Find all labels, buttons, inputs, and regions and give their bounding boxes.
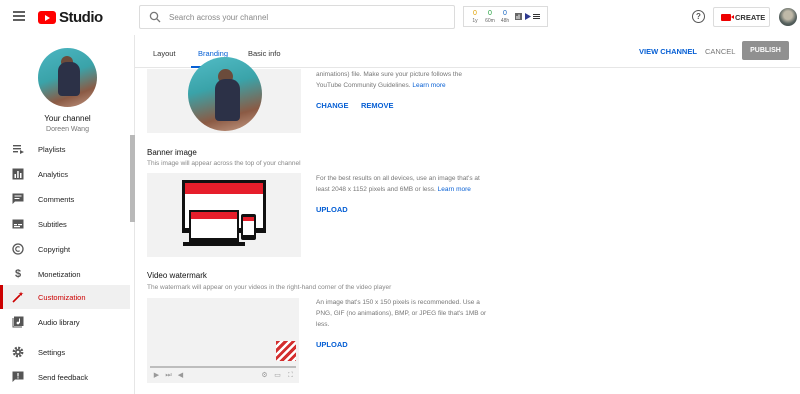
feedback-icon <box>12 371 24 382</box>
analytics-icon <box>12 168 24 180</box>
banner-upload-button[interactable]: UPLOAD <box>316 205 348 214</box>
copyright-icon <box>12 243 24 255</box>
settings-icon <box>12 346 24 358</box>
tab-layout[interactable]: Layout <box>153 49 176 58</box>
player-progress-bar <box>150 366 296 368</box>
video-camera-icon <box>721 13 734 21</box>
sidebar: Your channel Doreen Wang Playlists Analy… <box>0 35 135 394</box>
sidebar-item-subtitles[interactable]: Subtitles <box>0 212 130 236</box>
change-picture-button[interactable]: CHANGE <box>316 101 349 110</box>
watermark-description: An image that's 150 x 150 pixels is reco… <box>316 299 487 328</box>
volume-icon: ◀ <box>177 372 184 379</box>
channel-name: Doreen Wang <box>46 126 89 133</box>
player-controls: ▶ ⏭ ◀ ⚙ ▭ ⛶ <box>152 371 296 381</box>
create-button[interactable]: CREATE <box>713 7 770 27</box>
create-label: CREATE <box>735 12 766 22</box>
studio-logo[interactable]: Studio <box>38 9 103 26</box>
sidebar-item-comments[interactable]: Comments <box>0 187 130 211</box>
play-icon: ▶ <box>153 372 160 379</box>
channel-avatar[interactable] <box>38 48 97 107</box>
banner-learn-more-link[interactable]: Learn more <box>438 186 471 193</box>
banner-subtitle: This image will appear across the top of… <box>147 160 301 167</box>
sidebar-scrollbar[interactable] <box>130 135 135 222</box>
phone-preview-icon <box>241 214 256 240</box>
cancel-button[interactable]: CANCEL <box>705 47 735 56</box>
laptop-base <box>183 242 245 246</box>
sidebar-item-analytics[interactable]: Analytics <box>0 162 130 186</box>
playlist-icon <box>13 145 24 154</box>
chart-icon <box>515 13 522 20</box>
stat-60m: 0 60m <box>485 9 495 24</box>
next-icon: ⏭ <box>165 372 172 379</box>
help-icon[interactable]: ? <box>692 10 705 23</box>
sidebar-item-copyright[interactable]: Copyright <box>0 237 130 261</box>
search-box[interactable] <box>139 5 455 29</box>
watermark-placeholder-icon <box>276 341 296 361</box>
banner-description: For the best results on all devices, use… <box>316 175 480 193</box>
top-bar: Studio 0 1y 0 60m 0 48h ? CREATE <box>0 0 800 35</box>
watermark-upload-button[interactable]: UPLOAD <box>316 340 348 349</box>
customization-icon <box>12 291 24 303</box>
view-channel-button[interactable]: VIEW CHANNEL <box>639 47 697 56</box>
sidebar-item-monetization[interactable]: $ Monetization <box>0 262 130 286</box>
fullscreen-icon: ⛶ <box>288 372 293 379</box>
sidebar-item-send-feedback[interactable]: Send feedback <box>0 365 130 389</box>
theater-mode-icon: ▭ <box>274 372 281 379</box>
stat-1y: 0 1y <box>472 9 478 24</box>
watermark-title: Video watermark <box>147 271 207 280</box>
gear-icon: ⚙ <box>261 372 268 379</box>
sidebar-item-playlists[interactable]: Playlists <box>0 137 130 161</box>
realtime-stats[interactable]: 0 1y 0 60m 0 48h <box>463 6 548 27</box>
watermark-subtitle: The watermark will appear on your videos… <box>147 284 392 291</box>
menu-icon[interactable] <box>13 11 25 21</box>
play-icon <box>525 13 531 20</box>
remove-picture-button[interactable]: REMOVE <box>361 101 394 110</box>
profile-picture-preview <box>188 57 262 131</box>
audio-library-icon <box>12 316 24 328</box>
subtitles-icon <box>12 219 24 229</box>
sidebar-item-settings[interactable]: Settings <box>0 340 130 364</box>
comments-icon <box>12 193 24 204</box>
monetization-icon: $ <box>14 268 22 280</box>
logo-text: Studio <box>59 9 103 26</box>
menu-lines-icon <box>533 14 540 19</box>
channel-title: Your channel <box>44 114 91 123</box>
stat-48h: 0 48h <box>500 9 510 24</box>
tab-basic-info[interactable]: Basic info <box>248 49 281 58</box>
banner-title: Banner image <box>147 148 197 157</box>
youtube-logo-icon <box>38 11 56 24</box>
picture-learn-more-link[interactable]: Learn more <box>412 82 445 89</box>
picture-description: animations) file. Make sure your picture… <box>316 71 462 89</box>
sidebar-item-customization[interactable]: Customization <box>0 285 130 309</box>
search-icon <box>149 11 161 23</box>
search-input[interactable] <box>169 10 449 25</box>
account-avatar[interactable] <box>779 8 797 26</box>
publish-button[interactable]: PUBLISH <box>742 41 789 60</box>
laptop-preview-icon <box>189 210 239 242</box>
sidebar-item-audio-library[interactable]: Audio library <box>0 310 130 334</box>
